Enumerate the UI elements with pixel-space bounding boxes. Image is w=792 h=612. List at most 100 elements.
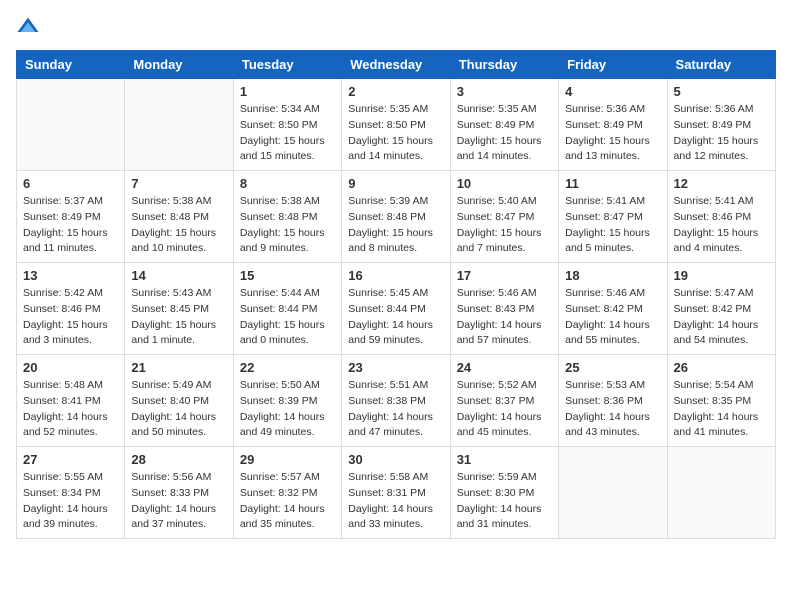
calendar-header-row: SundayMondayTuesdayWednesdayThursdayFrid… [17, 51, 776, 79]
day-info: Sunrise: 5:51 AM Sunset: 8:38 PM Dayligh… [348, 378, 443, 441]
day-number: 9 [348, 176, 443, 191]
calendar-table: SundayMondayTuesdayWednesdayThursdayFrid… [16, 50, 776, 539]
calendar-cell: 3Sunrise: 5:35 AM Sunset: 8:49 PM Daylig… [450, 79, 558, 171]
day-number: 19 [674, 268, 769, 283]
day-number: 7 [131, 176, 226, 191]
page-header [16, 16, 776, 40]
calendar-day-header: Saturday [667, 51, 775, 79]
calendar-cell: 20 Sunrise: 5:48 AM Sunset: 8:41 PM Dayli… [17, 355, 125, 447]
day-info: Sunrise: 5:35 AM Sunset: 8:49 PM Dayligh… [457, 102, 552, 165]
calendar-cell: 10 Sunrise: 5:40 AM Sunset: 8:47 PM Dayli… [450, 171, 558, 263]
day-number: 14 [131, 268, 226, 283]
day-number: 5 [674, 84, 769, 99]
day-number: 15 [240, 268, 335, 283]
day-info: Sunrise: 5:56 AM Sunset: 8:33 PM Dayligh… [131, 470, 226, 533]
day-info: Sunrise: 5:34 AM Sunset: 8:50 PM Dayligh… [240, 102, 335, 165]
calendar-day-header: Friday [559, 51, 667, 79]
day-info: Sunrise: 5:54 AM Sunset: 8:35 PM Dayligh… [674, 378, 769, 441]
calendar-cell: 31 Sunrise: 5:59 AM Sunset: 8:30 PM Dayli… [450, 447, 558, 539]
day-number: 20 [23, 360, 118, 375]
day-info: Sunrise: 5:50 AM Sunset: 8:39 PM Dayligh… [240, 378, 335, 441]
day-info: Sunrise: 5:39 AM Sunset: 8:48 PM Dayligh… [348, 194, 443, 257]
day-number: 28 [131, 452, 226, 467]
calendar-cell: 24Sunrise: 5:52 AM Sunset: 8:37 PM Dayli… [450, 355, 558, 447]
day-number: 24 [457, 360, 552, 375]
calendar-cell: 26 Sunrise: 5:54 AM Sunset: 8:35 PM Dayli… [667, 355, 775, 447]
calendar-cell: 11 Sunrise: 5:41 AM Sunset: 8:47 PM Dayli… [559, 171, 667, 263]
day-info: Sunrise: 5:46 AM Sunset: 8:42 PM Dayligh… [565, 286, 660, 349]
day-info: Sunrise: 5:37 AM Sunset: 8:49 PM Dayligh… [23, 194, 118, 257]
day-info: Sunrise: 5:38 AM Sunset: 8:48 PM Dayligh… [131, 194, 226, 257]
day-number: 13 [23, 268, 118, 283]
calendar-cell: 27Sunrise: 5:55 AM Sunset: 8:34 PM Dayli… [17, 447, 125, 539]
day-info: Sunrise: 5:55 AM Sunset: 8:34 PM Dayligh… [23, 470, 118, 533]
calendar-week-row: 6 Sunrise: 5:37 AM Sunset: 8:49 PM Daylig… [17, 171, 776, 263]
calendar-day-header: Sunday [17, 51, 125, 79]
day-info: Sunrise: 5:36 AM Sunset: 8:49 PM Dayligh… [565, 102, 660, 165]
calendar-cell: 17Sunrise: 5:46 AM Sunset: 8:43 PM Dayli… [450, 263, 558, 355]
day-number: 31 [457, 452, 552, 467]
calendar-cell: 2Sunrise: 5:35 AM Sunset: 8:50 PM Daylig… [342, 79, 450, 171]
calendar-cell: 5 Sunrise: 5:36 AM Sunset: 8:49 PM Daylig… [667, 79, 775, 171]
day-number: 1 [240, 84, 335, 99]
day-number: 11 [565, 176, 660, 191]
day-info: Sunrise: 5:44 AM Sunset: 8:44 PM Dayligh… [240, 286, 335, 349]
calendar-cell [559, 447, 667, 539]
day-number: 12 [674, 176, 769, 191]
day-number: 2 [348, 84, 443, 99]
day-info: Sunrise: 5:53 AM Sunset: 8:36 PM Dayligh… [565, 378, 660, 441]
day-number: 10 [457, 176, 552, 191]
day-number: 23 [348, 360, 443, 375]
day-number: 22 [240, 360, 335, 375]
calendar-cell: 9 Sunrise: 5:39 AM Sunset: 8:48 PM Daylig… [342, 171, 450, 263]
calendar-cell: 1 Sunrise: 5:34 AM Sunset: 8:50 PM Daylig… [233, 79, 341, 171]
day-number: 8 [240, 176, 335, 191]
day-info: Sunrise: 5:45 AM Sunset: 8:44 PM Dayligh… [348, 286, 443, 349]
calendar-cell: 16 Sunrise: 5:45 AM Sunset: 8:44 PM Dayli… [342, 263, 450, 355]
day-info: Sunrise: 5:38 AM Sunset: 8:48 PM Dayligh… [240, 194, 335, 257]
day-info: Sunrise: 5:58 AM Sunset: 8:31 PM Dayligh… [348, 470, 443, 533]
calendar-day-header: Thursday [450, 51, 558, 79]
day-number: 16 [348, 268, 443, 283]
calendar-week-row: 20 Sunrise: 5:48 AM Sunset: 8:41 PM Dayli… [17, 355, 776, 447]
day-number: 6 [23, 176, 118, 191]
day-info: Sunrise: 5:41 AM Sunset: 8:46 PM Dayligh… [674, 194, 769, 257]
calendar-cell: 13 Sunrise: 5:42 AM Sunset: 8:46 PM Dayli… [17, 263, 125, 355]
day-info: Sunrise: 5:40 AM Sunset: 8:47 PM Dayligh… [457, 194, 552, 257]
day-info: Sunrise: 5:48 AM Sunset: 8:41 PM Dayligh… [23, 378, 118, 441]
calendar-cell: 23 Sunrise: 5:51 AM Sunset: 8:38 PM Dayli… [342, 355, 450, 447]
day-info: Sunrise: 5:57 AM Sunset: 8:32 PM Dayligh… [240, 470, 335, 533]
day-number: 26 [674, 360, 769, 375]
day-info: Sunrise: 5:42 AM Sunset: 8:46 PM Dayligh… [23, 286, 118, 349]
calendar-day-header: Tuesday [233, 51, 341, 79]
calendar-cell: 8 Sunrise: 5:38 AM Sunset: 8:48 PM Daylig… [233, 171, 341, 263]
calendar-cell: 28 Sunrise: 5:56 AM Sunset: 8:33 PM Dayli… [125, 447, 233, 539]
calendar-cell: 29Sunrise: 5:57 AM Sunset: 8:32 PM Dayli… [233, 447, 341, 539]
day-info: Sunrise: 5:36 AM Sunset: 8:49 PM Dayligh… [674, 102, 769, 165]
calendar-cell [17, 79, 125, 171]
day-info: Sunrise: 5:43 AM Sunset: 8:45 PM Dayligh… [131, 286, 226, 349]
calendar-day-header: Wednesday [342, 51, 450, 79]
calendar-cell: 7 Sunrise: 5:38 AM Sunset: 8:48 PM Daylig… [125, 171, 233, 263]
calendar-cell [667, 447, 775, 539]
logo [16, 16, 44, 40]
calendar-week-row: 1 Sunrise: 5:34 AM Sunset: 8:50 PM Daylig… [17, 79, 776, 171]
calendar-week-row: 13 Sunrise: 5:42 AM Sunset: 8:46 PM Dayli… [17, 263, 776, 355]
day-number: 4 [565, 84, 660, 99]
calendar-cell: 6 Sunrise: 5:37 AM Sunset: 8:49 PM Daylig… [17, 171, 125, 263]
day-number: 30 [348, 452, 443, 467]
day-info: Sunrise: 5:41 AM Sunset: 8:47 PM Dayligh… [565, 194, 660, 257]
calendar-cell: 30 Sunrise: 5:58 AM Sunset: 8:31 PM Dayli… [342, 447, 450, 539]
calendar-cell: 12 Sunrise: 5:41 AM Sunset: 8:46 PM Dayli… [667, 171, 775, 263]
calendar-day-header: Monday [125, 51, 233, 79]
day-number: 18 [565, 268, 660, 283]
calendar-cell: 21Sunrise: 5:49 AM Sunset: 8:40 PM Dayli… [125, 355, 233, 447]
day-info: Sunrise: 5:59 AM Sunset: 8:30 PM Dayligh… [457, 470, 552, 533]
day-number: 21 [131, 360, 226, 375]
calendar-cell: 18 Sunrise: 5:46 AM Sunset: 8:42 PM Dayli… [559, 263, 667, 355]
calendar-cell: 4 Sunrise: 5:36 AM Sunset: 8:49 PM Daylig… [559, 79, 667, 171]
calendar-week-row: 27Sunrise: 5:55 AM Sunset: 8:34 PM Dayli… [17, 447, 776, 539]
day-number: 17 [457, 268, 552, 283]
calendar-cell: 22 Sunrise: 5:50 AM Sunset: 8:39 PM Dayli… [233, 355, 341, 447]
calendar-cell: 15 Sunrise: 5:44 AM Sunset: 8:44 PM Dayli… [233, 263, 341, 355]
